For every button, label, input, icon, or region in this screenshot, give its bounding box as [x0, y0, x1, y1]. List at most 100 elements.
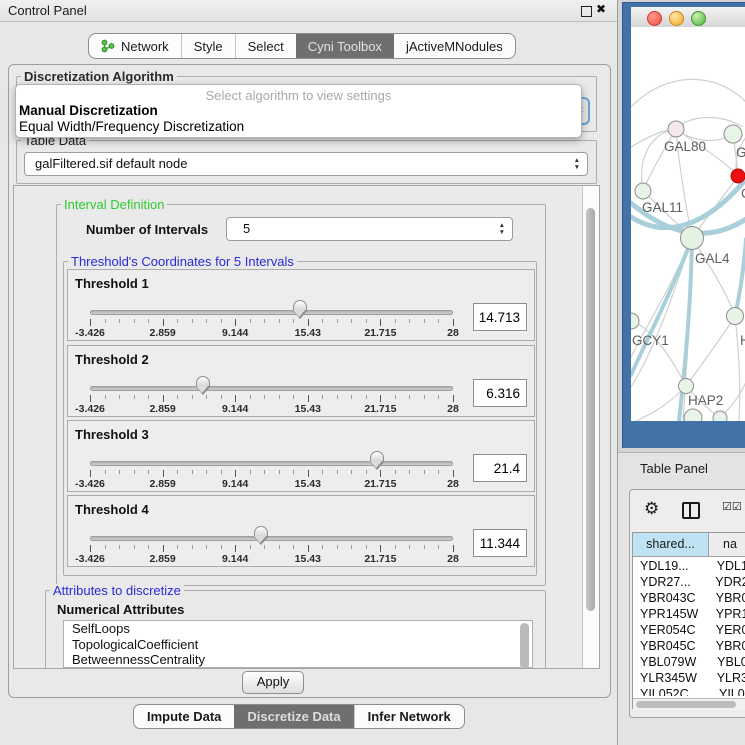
close-icon[interactable]: ✖ [596, 2, 606, 16]
slider-tick [453, 319, 454, 326]
threshold-value-field[interactable]: 11.344 [473, 529, 527, 557]
cell-shared-name: YER054C [633, 622, 712, 638]
threshold-slider-track[interactable] [90, 461, 453, 466]
slider-tick [293, 395, 294, 399]
tick-label: 15.43 [278, 478, 338, 490]
tab-infer-network[interactable]: Infer Network [354, 705, 464, 728]
slider-tick [322, 545, 323, 549]
scrollbar-thumb[interactable] [636, 701, 736, 708]
list-item[interactable]: BetweennessCentrality [64, 652, 532, 668]
list-item[interactable]: TopologicalCoefficient [64, 637, 532, 653]
network-window-titlebar[interactable] [631, 7, 745, 28]
popup-placeholder-option[interactable]: Select algorithm to view settings [16, 88, 581, 103]
network-view-window[interactable]: GAL80 GAL11 GAL4 GCY1 HAP2 GA C H [622, 2, 745, 448]
list-item[interactable]: SelfLoops [64, 621, 532, 637]
table-row[interactable]: YBR045CYBR0 [633, 638, 745, 654]
threshold-slider-thumb[interactable] [253, 526, 269, 546]
slider-tick [90, 470, 91, 477]
threshold-slider-track[interactable] [90, 310, 453, 315]
tab-network[interactable]: Network [89, 34, 181, 58]
table-row[interactable]: YBL079WYBL0 [633, 654, 745, 670]
slider-tick [206, 395, 207, 399]
slider-tick [380, 319, 381, 326]
threshold-value-field[interactable]: 14.713 [473, 303, 527, 331]
tick-label: 2.859 [133, 327, 193, 339]
slider-tick [192, 470, 193, 474]
node-label-gal4: GAL4 [695, 251, 730, 266]
slider-tick [250, 395, 251, 399]
slider-ticks [68, 545, 534, 553]
float-window-icon[interactable] [581, 6, 592, 17]
network-graph [631, 27, 745, 421]
settings-vertical-scrollbar[interactable] [582, 186, 599, 668]
tab-jactivemnodules[interactable]: jActiveMNodules [394, 34, 515, 58]
minimize-traffic-light-icon[interactable] [669, 11, 684, 26]
close-traffic-light-icon[interactable] [647, 11, 662, 26]
slider-tick [322, 395, 323, 399]
threshold-label: Threshold 2 [75, 352, 149, 367]
slider-ticks [68, 319, 534, 327]
gear-icon[interactable]: ⚙ [644, 499, 659, 519]
popup-option-manual-discretization[interactable]: Manual Discretization [18, 103, 579, 118]
threshold-slider-track[interactable] [90, 536, 453, 541]
column-header-name[interactable]: na [709, 533, 745, 557]
table-row[interactable]: YBR043CYBR0 [633, 590, 745, 606]
node-gal4[interactable] [681, 227, 704, 250]
threshold-slider-thumb[interactable] [195, 376, 211, 396]
slider-tick [395, 470, 396, 474]
node-selected-red[interactable] [731, 169, 745, 183]
threshold-slider-thumb[interactable] [369, 451, 385, 471]
node-top-right[interactable] [724, 125, 742, 143]
node-hap2[interactable] [679, 379, 694, 394]
scrollbar-thumb[interactable] [586, 208, 595, 611]
control-panel-titlebar[interactable]: Control Panel ✖ [0, 0, 617, 22]
node-gal11[interactable] [635, 183, 651, 199]
slider-tick [105, 470, 106, 474]
threshold-slider-track[interactable] [90, 386, 453, 391]
tick-label: 9.144 [205, 403, 265, 415]
tick-label: 21.715 [350, 403, 410, 415]
slider-tick [119, 319, 120, 323]
slider-tick [206, 545, 207, 549]
node-bottom-right[interactable] [713, 411, 727, 421]
num-intervals-label: Number of Intervals [86, 222, 208, 237]
table-row[interactable]: YLR345WYLR3 [633, 670, 745, 686]
bottom-tabbar: Impute Data Discretize Data Infer Networ… [133, 704, 465, 729]
table-panel-bar: Table Panel [618, 452, 745, 485]
node-gcy1[interactable] [631, 313, 639, 329]
tab-style[interactable]: Style [181, 34, 235, 58]
tab-select[interactable]: Select [235, 34, 296, 58]
control-panel-tabbar: Network Style Select Cyni Toolbox jActiv… [88, 33, 516, 59]
threshold-slider-thumb[interactable] [292, 300, 308, 320]
table-row[interactable]: YER054CYER0 [633, 622, 745, 638]
node-gal80[interactable] [668, 121, 684, 137]
threshold-value-field[interactable]: 6.316 [473, 379, 527, 407]
table-row[interactable]: YDR27...YDR2 [633, 574, 745, 590]
column-header-shared-name[interactable]: shared... [633, 533, 709, 557]
zoom-traffic-light-icon[interactable] [691, 11, 706, 26]
tab-cyni-toolbox[interactable]: Cyni Toolbox [296, 34, 394, 58]
threshold-value-field[interactable]: 21.4 [473, 454, 527, 482]
node-bottom-left[interactable] [684, 409, 702, 421]
attributes-list-scrollbar[interactable] [520, 623, 529, 669]
table-data-combobox[interactable]: galFiltered.sif default node ▲▼ [24, 152, 588, 176]
slider-tick [235, 470, 236, 477]
cell-shared-name: YPR145W [633, 606, 712, 622]
select-columns-checkboxes-icon[interactable]: ☑☑ [722, 500, 742, 513]
columns-icon[interactable] [682, 502, 700, 519]
slider-tick [264, 545, 265, 549]
slider-tick [424, 470, 425, 474]
tab-impute-data[interactable]: Impute Data [134, 705, 234, 728]
slider-tick [177, 470, 178, 474]
table-row[interactable]: YIL052CYIL0 [633, 686, 745, 696]
apply-button[interactable]: Apply [242, 671, 304, 694]
node-attribute-table: shared... na YDL19...YDL1YDR27...YDR2YBR… [632, 532, 745, 709]
tab-discretize-data[interactable]: Discretize Data [234, 705, 353, 728]
table-horizontal-scrollbar[interactable] [633, 698, 745, 710]
num-intervals-combobox[interactable]: 5 ▲▼ [226, 217, 513, 241]
network-canvas[interactable]: GAL80 GAL11 GAL4 GCY1 HAP2 GA C H [631, 27, 745, 421]
popup-option-equal-width-frequency[interactable]: Equal Width/Frequency Discretization [18, 119, 579, 134]
node-right[interactable] [727, 308, 744, 325]
table-row[interactable]: YPR145WYPR1 [633, 606, 745, 622]
table-row[interactable]: YDL19...YDL1 [633, 558, 745, 574]
